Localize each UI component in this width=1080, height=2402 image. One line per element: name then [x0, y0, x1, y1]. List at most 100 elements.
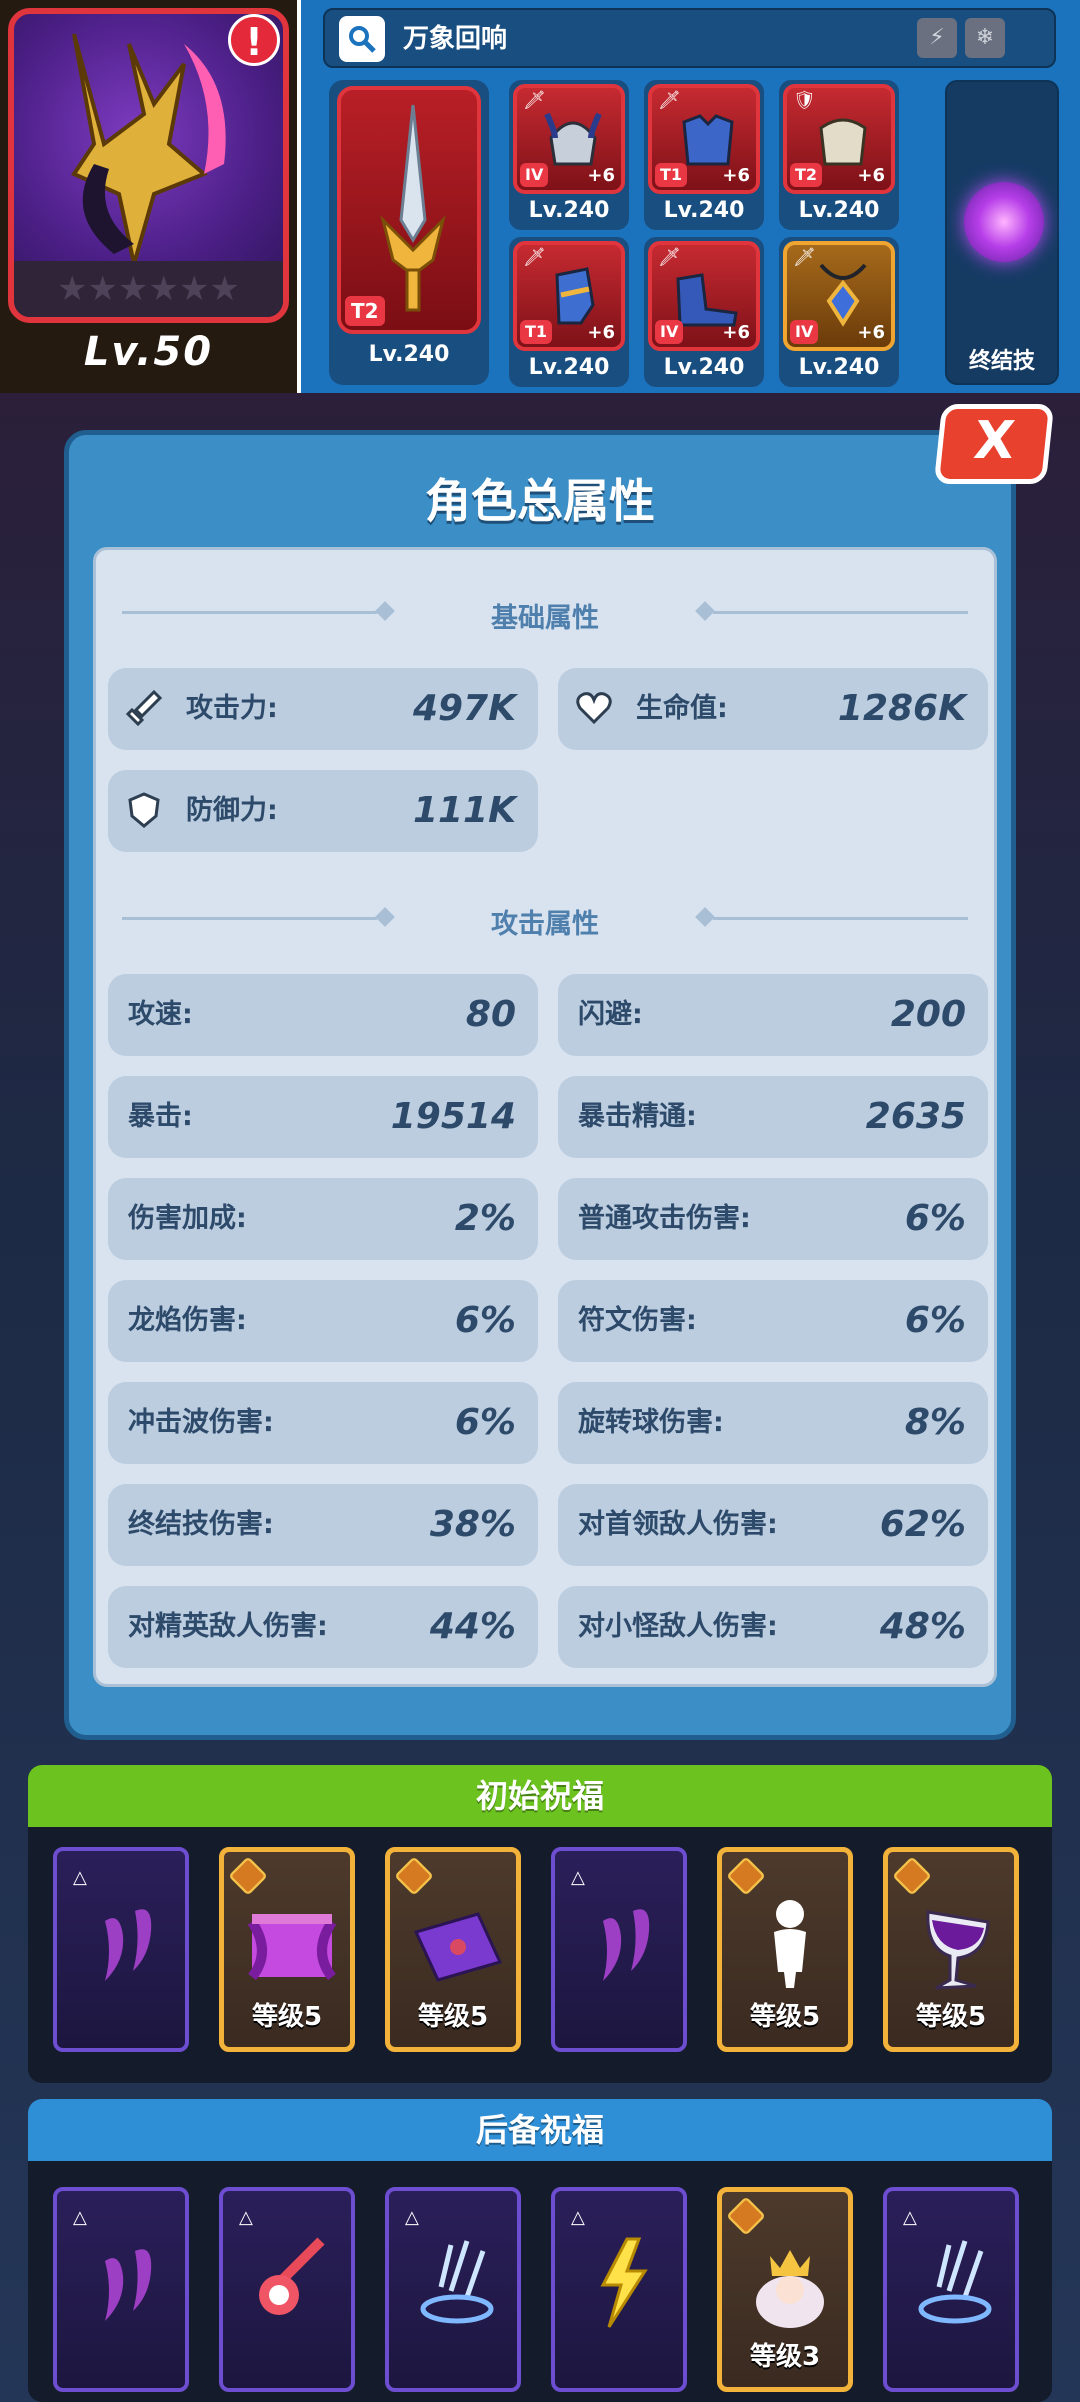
triangle-icon: △ [903, 2207, 917, 2228]
alert-badge[interactable]: ! [228, 14, 280, 66]
triangle-icon: △ [239, 2207, 253, 2228]
stat-value: 6% [904, 1198, 966, 1239]
stat-name: 普通攻击伤害: [578, 1203, 751, 1234]
blessing-card[interactable]: △ [219, 2187, 355, 2392]
gear-slot-helmet[interactable]: 🗡 IV +6 Lv.240 [509, 80, 629, 230]
stat-name: 对首领敌人伤害: [578, 1509, 778, 1540]
rarity-badge-icon [726, 2196, 766, 2236]
stat-value: 80 [465, 994, 516, 1035]
blessing-card[interactable]: 等级5 [883, 1847, 1019, 2052]
blessing-card[interactable]: △ [53, 2187, 189, 2392]
search-icon[interactable] [339, 16, 385, 62]
ghost-icon [603, 1909, 650, 1981]
hero-panel: ★★★★★★ ! Lv.50 [0, 0, 297, 393]
stat-value: 111K [412, 790, 516, 831]
close-button[interactable]: X [933, 404, 1055, 484]
attack-stat-icon: 🗡 [658, 247, 681, 268]
stat-elite-damage: 对精英敌人伤害: 44% [108, 1586, 538, 1668]
blessing-card[interactable]: △ [53, 1847, 189, 2052]
equipment-panel: 万象回响 ⚡ ❄ T2 Lv.240 🗡 IV +6 Lv.240 🗡 T1 +… [301, 0, 1080, 393]
blessing-card[interactable]: 等级5 [717, 1847, 853, 2052]
amulet-card: 🗡 IV +6 [783, 241, 895, 351]
stat-name: 终结技伤害: [128, 1509, 274, 1540]
stat-crit-mastery: 暴击精通: 2635 [558, 1076, 988, 1158]
stat-name: 龙焰伤害: [128, 1305, 247, 1336]
stat-value: 62% [879, 1504, 966, 1545]
stat-crit: 暴击: 19514 [108, 1076, 538, 1158]
triangle-icon: △ [73, 2207, 87, 2228]
helmet-icon [544, 112, 602, 166]
blessing-level: 等级5 [417, 2002, 489, 2032]
gear-slot-amulet[interactable]: 🗡 IV +6 Lv.240 [779, 237, 899, 387]
goblet-icon [926, 1910, 990, 1990]
stat-name: 防御力: [186, 795, 278, 826]
blessing-card[interactable]: △ [883, 2187, 1019, 2392]
blessing-card[interactable]: 等级5 [219, 1847, 355, 2052]
gear-slot-boots[interactable]: 🗡 IV +6 Lv.240 [644, 237, 764, 387]
figure-icon [774, 1900, 806, 1988]
section-title: 基础属性 [491, 603, 599, 634]
stat-shockwave-damage: 冲击波伤害: 6% [108, 1382, 538, 1464]
top-strip: ★★★★★★ ! Lv.50 万象回响 ⚡ ❄ T2 Lv.240 🗡 IV +… [0, 0, 1080, 393]
stat-normal-attack-damage: 普通攻击伤害: 6% [558, 1178, 988, 1260]
weapon-level: Lv.240 [368, 342, 450, 367]
weapon-tier-badge: T2 [345, 296, 385, 326]
gear-slot-shoulder[interactable]: 🛡 T2 +6 Lv.240 [779, 80, 899, 230]
attack-attributes-header: 攻击属性 [96, 898, 994, 940]
enhance-level: +6 [722, 322, 750, 343]
sword-icon [380, 104, 446, 312]
stat-name: 符文伤害: [578, 1305, 697, 1336]
stat-attack: 攻击力: 497K [108, 668, 538, 750]
rarity-badge-icon [228, 1856, 268, 1896]
panel-title: 角色总属性 [425, 474, 655, 528]
attributes-panel: 角色总属性 基础属性 攻击力: 497K 生命值: 1286K 防御力: 111… [64, 430, 1016, 1740]
stat-value: 48% [879, 1606, 966, 1647]
stat-boss-damage: 对首领敌人伤害: 62% [558, 1484, 988, 1566]
enhance-level: +6 [587, 165, 615, 186]
gear-slot-gloves[interactable]: 🗡 T1 +6 Lv.240 [509, 237, 629, 387]
stat-ultimate-damage: 终结技伤害: 38% [108, 1484, 538, 1566]
rarity-badge-icon [892, 1856, 932, 1896]
gear-slot-armor[interactable]: 🗡 T1 +6 Lv.240 [644, 80, 764, 230]
stat-value: 6% [454, 1402, 516, 1443]
blessing-card[interactable]: 等级3 [717, 2187, 853, 2392]
meteor-icon [259, 2237, 325, 2315]
stat-hp: 生命值: 1286K [558, 668, 988, 750]
equipment-set-name: 万象回响 [403, 24, 508, 54]
stat-name: 生命值: [636, 693, 728, 724]
stat-value: 19514 [390, 1096, 516, 1137]
amulet-icon [819, 263, 867, 327]
hero-star-rating: ★★★★★★ [14, 261, 283, 317]
blessing-card[interactable]: 等级5 [385, 1847, 521, 2052]
ultimate-skill-slot[interactable]: 终结技 [945, 80, 1059, 385]
stat-name: 闪避: [578, 999, 643, 1030]
lightning-toggle-icon[interactable]: ⚡ [917, 18, 957, 58]
gloves-card: 🗡 T1 +6 [513, 241, 625, 351]
tier-badge: T1 [655, 163, 688, 187]
enhance-level: +6 [857, 322, 885, 343]
ultimate-label: 终结技 [968, 349, 1035, 374]
snowflake-toggle-icon[interactable]: ❄ [965, 18, 1005, 58]
blessing-level: 等级3 [749, 2342, 821, 2372]
stat-name: 攻击力: [186, 693, 278, 724]
stat-rune-damage: 符文伤害: 6% [558, 1280, 988, 1362]
shockwave-icon [918, 2240, 992, 2324]
stat-dragonfire-damage: 龙焰伤害: 6% [108, 1280, 538, 1362]
weapon-card: T2 [337, 86, 481, 334]
triangle-icon: △ [571, 1867, 585, 1888]
tier-badge: IV [790, 320, 819, 344]
armor-icon [682, 114, 734, 166]
blessing-level: 等级5 [251, 2002, 323, 2032]
tier-badge: IV [655, 320, 684, 344]
stat-value: 38% [429, 1504, 516, 1545]
blessing-card[interactable]: △ [551, 1847, 687, 2052]
blessing-card[interactable]: △ [385, 2187, 521, 2392]
weapon-slot[interactable]: T2 Lv.240 [329, 80, 489, 385]
enhance-level: +6 [857, 165, 885, 186]
blessing-card[interactable]: △ [551, 2187, 687, 2392]
sword-icon [125, 689, 163, 727]
shield-icon [128, 792, 160, 828]
shoulder-card: 🛡 T2 +6 [783, 84, 895, 194]
blessing-level: 等级5 [915, 2002, 987, 2032]
rarity-badge-icon [726, 1856, 766, 1896]
